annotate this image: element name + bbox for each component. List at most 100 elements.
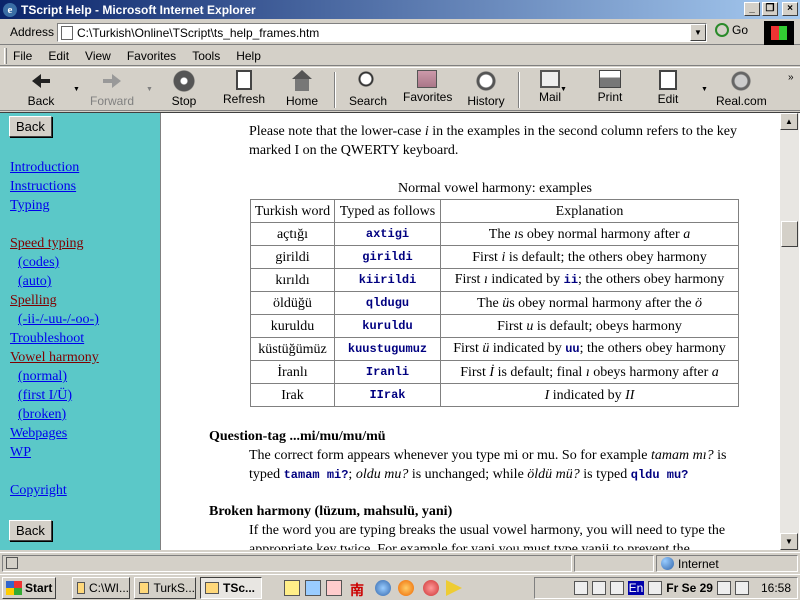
scroll-up-icon[interactable]: ▲ <box>780 113 798 130</box>
nav-link-auto[interactable]: (auto) <box>18 274 51 290</box>
tray-icon[interactable] <box>716 581 731 595</box>
edit-button[interactable]: Edit <box>652 70 684 110</box>
quicklaunch-icon[interactable] <box>375 580 391 596</box>
scroll-down-icon[interactable]: ▼ <box>780 533 798 550</box>
history-icon <box>474 70 498 92</box>
quicklaunch-icon[interactable] <box>305 580 321 596</box>
nav-link-vowel-harmony[interactable]: Vowel harmony <box>10 350 99 366</box>
refresh-button[interactable]: Refresh <box>222 70 266 110</box>
tray-icon[interactable] <box>591 581 606 595</box>
quicklaunch-icon[interactable]: 南 <box>350 580 366 598</box>
menu-favorites[interactable]: Favorites <box>127 49 176 63</box>
menu-view[interactable]: View <box>85 49 111 63</box>
quicklaunch-icon[interactable] <box>446 580 462 596</box>
clock: 16:58 <box>760 581 791 595</box>
tray-icon[interactable] <box>573 581 588 595</box>
close-button[interactable]: × <box>782 2 798 16</box>
nav-link-typing[interactable]: Typing <box>10 198 49 214</box>
menu-grip <box>4 47 7 64</box>
nav-link-speed-typing[interactable]: Speed typing <box>10 236 84 252</box>
nav-link-instructions[interactable]: Instructions <box>10 179 76 195</box>
menu-edit[interactable]: Edit <box>48 49 69 63</box>
quicklaunch-icon[interactable] <box>326 580 342 596</box>
turkish-word: küstüğümüz <box>250 337 335 361</box>
quicklaunch-icon[interactable] <box>423 580 439 596</box>
nav-link-spelling[interactable]: Spelling <box>10 293 57 309</box>
print-button[interactable]: Print <box>594 70 626 110</box>
column-header: Explanation <box>440 199 739 223</box>
address-field[interactable]: ▼ <box>57 23 707 42</box>
page-status-icon <box>6 557 18 569</box>
status-bar: Internet <box>0 552 800 573</box>
stop-button[interactable]: Stop <box>164 70 204 110</box>
explanation: First İ is default; final ı obeys harmon… <box>440 360 739 384</box>
tray-icon[interactable] <box>609 581 624 595</box>
nav-link-broken[interactable]: (broken) <box>18 407 66 423</box>
nav-link-normal[interactable]: (normal) <box>18 369 67 385</box>
quicklaunch-icon[interactable] <box>398 580 414 596</box>
table-row: kuruldu kuruldu First u is default; obey… <box>250 314 739 338</box>
nav-link-webpages[interactable]: Webpages <box>10 426 67 442</box>
task-button-tscript[interactable]: TSc... <box>200 577 262 599</box>
menu-help[interactable]: Help <box>236 49 261 63</box>
scroll-thumb[interactable] <box>781 221 798 247</box>
vertical-scrollbar[interactable]: ▲ ▼ <box>780 113 799 550</box>
explanation: First u is default; obeys harmony <box>440 314 739 338</box>
nav-link-introduction[interactable]: Introduction <box>10 160 79 176</box>
typed-code: kuustugumuz <box>334 337 441 361</box>
navigation-frame: Back Introduction Instructions Typing Sp… <box>0 113 161 550</box>
start-button[interactable]: Start <box>2 576 56 599</box>
go-button[interactable]: Go <box>715 23 748 37</box>
tray-date: Fr Se 29 <box>666 581 713 595</box>
address-input[interactable] <box>77 25 677 40</box>
address-label: Address <box>10 25 55 39</box>
edit-icon <box>659 70 677 90</box>
nav-back-button-top[interactable]: Back <box>9 116 52 137</box>
address-dropdown-icon[interactable]: ▼ <box>690 24 706 41</box>
table-row: açtığı axtigi The ıs obey normal harmony… <box>250 222 739 246</box>
toolbar-separator <box>518 72 520 108</box>
quicklaunch-icon[interactable] <box>284 580 300 596</box>
favorites-button[interactable]: Favorites <box>403 70 452 110</box>
minimize-button[interactable]: _ <box>744 2 760 16</box>
nav-link-first-iu[interactable]: (first I/Ü) <box>18 388 72 404</box>
task-button-explorer[interactable]: C:\WI... <box>72 577 130 599</box>
real-button[interactable]: Real.com <box>716 70 767 110</box>
window-title: TScript Help - Microsoft Internet Explor… <box>21 2 256 17</box>
explanation: The üs obey normal harmony after the ö <box>440 291 739 315</box>
tray-icon[interactable] <box>648 581 663 595</box>
language-indicator[interactable]: En <box>627 581 645 595</box>
explanation: First i is default; the others obey harm… <box>440 245 739 269</box>
task-button-turks[interactable]: TurkS... <box>134 577 196 599</box>
refresh-icon <box>236 70 252 90</box>
nav-link-copyright[interactable]: Copyright <box>10 483 67 499</box>
table-header-row: Turkish word Typed as follows Explanatio… <box>250 199 739 223</box>
turkish-word: Irak <box>250 383 335 407</box>
history-button[interactable]: History <box>466 70 506 110</box>
favorites-icon <box>417 70 437 88</box>
forward-dropdown-icon[interactable]: ▼ <box>146 86 153 93</box>
nav-back-button-bottom[interactable]: Back <box>9 520 52 541</box>
forward-button[interactable]: Forward <box>88 70 136 110</box>
home-button[interactable]: Home <box>283 70 321 110</box>
ie-logo-icon: e <box>3 2 17 17</box>
column-header: Typed as follows <box>334 199 441 223</box>
turkish-word: İranlı <box>250 360 335 384</box>
back-button[interactable]: Back <box>22 70 60 110</box>
mail-dropdown-icon[interactable]: ▼ <box>560 86 567 93</box>
maximize-button[interactable]: ❐ <box>762 2 778 16</box>
nav-link-troubleshoot[interactable]: Troubleshoot <box>10 331 84 347</box>
toolbar-chevron-icon[interactable]: » <box>788 72 798 83</box>
real-icon <box>729 70 753 92</box>
nav-link-codes[interactable]: (codes) <box>18 255 59 271</box>
menu-tools[interactable]: Tools <box>192 49 220 63</box>
print-icon <box>599 70 621 88</box>
edit-dropdown-icon[interactable]: ▼ <box>701 86 708 93</box>
search-icon <box>356 70 380 92</box>
nav-link-ii-uu-oo[interactable]: (-ii-/-uu-/-oo-) <box>18 312 99 328</box>
search-button[interactable]: Search <box>346 70 390 110</box>
nav-link-wp[interactable]: WP <box>10 445 31 461</box>
menu-file[interactable]: File <box>13 49 32 63</box>
volume-icon[interactable] <box>734 581 749 595</box>
back-dropdown-icon[interactable]: ▼ <box>73 86 80 93</box>
